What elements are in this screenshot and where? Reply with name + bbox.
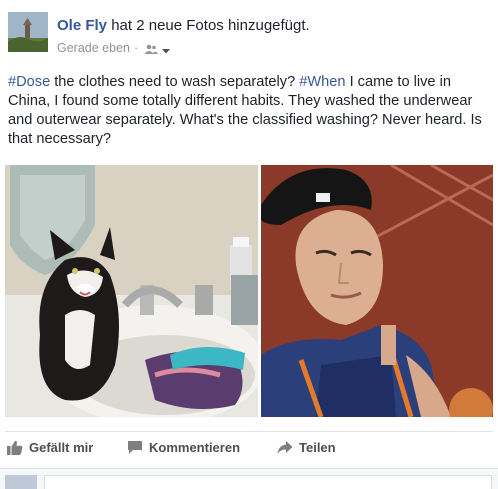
post-meta: Gerade eben ·: [57, 41, 171, 55]
share-label: Teilen: [299, 440, 336, 455]
chevron-down-icon[interactable]: [161, 44, 171, 54]
facebook-post: Ole Fly hat 2 neue Fotos hinzugefügt. Ge…: [0, 0, 498, 489]
timestamp[interactable]: Gerade eben: [57, 41, 130, 55]
post-actions: Gefällt mir Kommentieren Teilen: [0, 432, 498, 464]
thumbs-up-icon: [7, 440, 23, 455]
friends-icon[interactable]: [144, 43, 159, 54]
like-button[interactable]: Gefällt mir: [7, 440, 93, 455]
comment-input[interactable]: [44, 475, 492, 489]
post-header: Ole Fly hat 2 neue Fotos hinzugefügt.: [57, 17, 310, 34]
hashtag-link[interactable]: #Dose: [8, 74, 50, 90]
comment-area: [0, 468, 498, 489]
author-avatar[interactable]: [8, 12, 48, 52]
share-icon: [277, 441, 293, 454]
photo-selfie[interactable]: [261, 165, 493, 417]
share-button[interactable]: Teilen: [277, 440, 336, 455]
action-suffix: hinzugefügt.: [227, 17, 310, 34]
author-name[interactable]: Ole Fly: [57, 17, 107, 34]
post-message: #Dose the clothes need to wash separatel…: [8, 73, 494, 149]
meta-separator: ·: [133, 41, 139, 55]
viewer-avatar: [5, 475, 37, 489]
like-label: Gefällt mir: [29, 440, 94, 455]
action-text[interactable]: hat 2 neue Fotos: [111, 17, 224, 34]
comment-button[interactable]: Kommentieren: [127, 440, 240, 455]
comment-icon: [128, 441, 142, 454]
photo-cat-in-sink[interactable]: [5, 165, 258, 417]
hashtag-link[interactable]: #When: [299, 74, 345, 90]
comment-label: Kommentieren: [149, 440, 241, 455]
message-text: the clothes need to wash separately?: [50, 74, 300, 90]
